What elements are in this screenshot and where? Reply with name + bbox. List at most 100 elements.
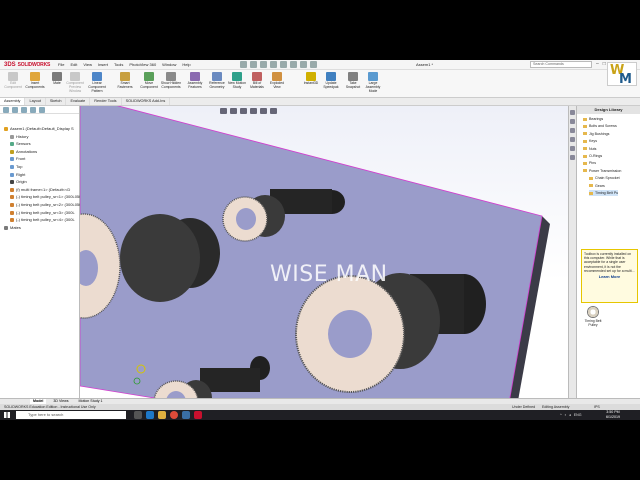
design-library-pane: Design Library Bearings Bolts and Screws J… (576, 106, 640, 398)
feature-manager-icon[interactable] (3, 107, 9, 113)
design-library-item[interactable]: Bolts and Screws (583, 123, 617, 129)
tree-node[interactable]: (-) timing belt pulley_sr<1> (300L050 (0, 194, 80, 200)
show-hidden-components-button[interactable]: Show Hidden Components (160, 72, 182, 96)
tree-node[interactable]: (-) timing belt pulley_sr<4> (300L (0, 217, 80, 223)
tree-node[interactable]: Mates (0, 225, 80, 231)
design-library-item[interactable]: Jig Bushings (583, 131, 609, 137)
tree-node[interactable]: (-) timing belt pulley_sr<3> (300L (0, 210, 80, 216)
appearances-icon[interactable] (570, 155, 575, 160)
tree-node[interactable]: Annotations (0, 149, 80, 155)
maximize-icon[interactable]: □ (603, 61, 606, 67)
options-icon[interactable] (310, 61, 317, 68)
design-library-icon[interactable] (570, 128, 575, 133)
linear-component-pattern-button[interactable]: Linear Component Pattern (86, 72, 108, 96)
search-commands-input[interactable]: Search Commands (530, 61, 592, 68)
select-icon[interactable] (290, 61, 297, 68)
tab-render-tools[interactable]: Render Tools (90, 98, 122, 105)
zoom-area-icon[interactable] (230, 108, 237, 114)
menu-tools[interactable]: Tools (114, 62, 123, 67)
tree-node[interactable]: Front (0, 156, 80, 162)
menu-help[interactable]: Help (182, 62, 190, 67)
timing-belt-pulley-thumbnail[interactable]: Timing Belt Pulley (583, 306, 603, 327)
menu-file[interactable]: File (58, 62, 64, 67)
tree-node[interactable]: Origin (0, 179, 80, 185)
instant3d-button[interactable]: Instant3D (300, 72, 322, 96)
design-library-item[interactable]: Nuts (583, 146, 596, 152)
minimize-icon[interactable]: – (596, 61, 599, 67)
open-icon[interactable] (250, 61, 257, 68)
update-speedpak-button[interactable]: Update Speedpak (320, 72, 342, 96)
tree-node[interactable]: (f) multi frame<1> (Default<<D (0, 187, 80, 193)
chrome-icon[interactable] (170, 411, 178, 419)
solidworks-taskbar-icon[interactable] (194, 411, 202, 419)
up-arrow-icon[interactable]: ^ (560, 411, 562, 419)
take-snapshot-button[interactable]: Take Snapshot (342, 72, 364, 96)
design-library-item[interactable]: O-Rings (583, 153, 602, 159)
tree-node[interactable]: Right (0, 172, 80, 178)
menu-photoview-360[interactable]: PhotoView 360 (129, 62, 156, 67)
save-icon[interactable] (260, 61, 267, 68)
home-icon[interactable] (570, 110, 575, 115)
explorer-icon[interactable] (158, 411, 166, 419)
zoom-to-fit-icon[interactable] (220, 108, 227, 114)
task-view-icon[interactable] (134, 411, 142, 419)
tab-sketch[interactable]: Sketch (46, 98, 67, 105)
ribbon-button-label: Bill of Materials (250, 81, 264, 89)
tree-node[interactable]: Sensors (0, 141, 80, 147)
print-icon[interactable] (270, 61, 277, 68)
display-manager-icon[interactable] (39, 107, 45, 113)
assembly-features-button[interactable]: Assembly Features (184, 72, 206, 96)
file-explorer-icon[interactable] (570, 137, 575, 142)
reference-geometry-button[interactable]: Reference Geometry (206, 72, 228, 96)
design-library-item[interactable]: Chain Sprocket (589, 175, 620, 181)
view-palette-icon[interactable] (570, 146, 575, 151)
design-library-item[interactable]: Timing Belt Pu (589, 190, 619, 196)
config-manager-icon[interactable] (21, 107, 27, 113)
resources-icon[interactable] (570, 119, 575, 124)
tab-solidworks-add-ins[interactable]: SOLIDWORKS Add-Ins (122, 98, 171, 105)
language-indicator[interactable]: ENG (574, 411, 582, 419)
display-style-icon[interactable] (270, 108, 277, 114)
menu-window[interactable]: Window (162, 62, 176, 67)
learn-more-link[interactable]: Learn More (584, 274, 635, 279)
new-icon[interactable] (240, 61, 247, 68)
undo-icon[interactable] (280, 61, 287, 68)
exploded-view-button[interactable]: Exploded View (266, 72, 288, 96)
property-manager-icon[interactable] (12, 107, 18, 113)
design-library-item[interactable]: Power Transmission (583, 168, 621, 174)
tab-evaluate[interactable]: Evaluate (66, 98, 91, 105)
menu-edit[interactable]: Edit (70, 62, 77, 67)
design-library-item[interactable]: Keys (583, 138, 597, 144)
smart-fasteners-button[interactable]: Smart Fasteners (114, 72, 136, 96)
new-motion-study-button[interactable]: New Motion Study (226, 72, 248, 96)
app-icon[interactable] (182, 411, 190, 419)
edge-icon[interactable] (146, 411, 154, 419)
volume-icon[interactable]: ◂ (569, 411, 571, 419)
design-library-item[interactable]: Pins (583, 160, 596, 166)
previous-view-icon[interactable] (240, 108, 247, 114)
tree-node[interactable]: Top (0, 164, 80, 170)
graphics-area[interactable]: WISE MAN (80, 106, 568, 398)
rebuild-icon[interactable] (300, 61, 307, 68)
move-component-button[interactable]: Move Component (138, 72, 160, 96)
solidworks-logo[interactable]: 3DS SOLIDWORKS (4, 61, 50, 69)
taskbar-clock[interactable]: 3:50 PM 6/1/2019 (606, 410, 620, 419)
design-library-item[interactable]: Gears (589, 183, 605, 189)
menu-view[interactable]: View (83, 62, 92, 67)
design-library-item[interactable]: Bearings (583, 116, 603, 122)
insert-components-button[interactable]: Insert Components (24, 72, 46, 96)
tab-layout[interactable]: Layout (25, 98, 46, 105)
tree-node[interactable]: Assem1 (Default<Default_Display S (0, 126, 80, 132)
start-button[interactable] (2, 411, 12, 419)
tree-node[interactable]: (-) timing belt pulley_sr<2> (300L050 (0, 202, 80, 208)
large-assembly-mode-button[interactable]: Large Assembly Mode (362, 72, 384, 96)
network-icon[interactable]: ▪ (565, 411, 566, 419)
tree-node[interactable]: History (0, 134, 80, 140)
bill-of-materials-button[interactable]: Bill of Materials (246, 72, 268, 96)
view-orientation-icon[interactable] (260, 108, 267, 114)
section-view-icon[interactable] (250, 108, 257, 114)
taskbar-search[interactable]: Type here to search (16, 411, 126, 419)
menu-insert[interactable]: Insert (98, 62, 108, 67)
tab-assembly[interactable]: Assembly (0, 98, 26, 105)
dim-xpert-icon[interactable] (30, 107, 36, 113)
